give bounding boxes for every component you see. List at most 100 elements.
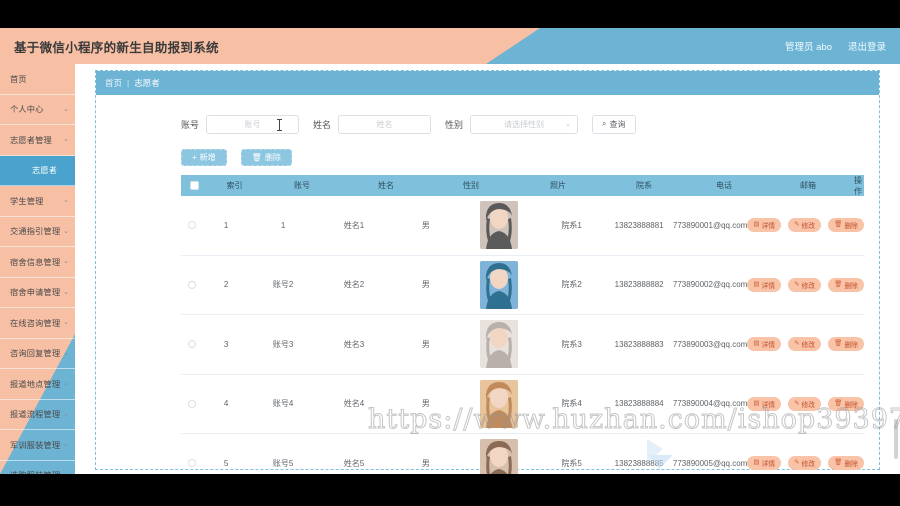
cell-name: 姓名4 (343, 399, 365, 409)
delete-icon: 🗑 (834, 221, 843, 228)
edit-icon: ✎ (794, 399, 800, 407)
batch-delete-label: 删除 (264, 153, 281, 162)
row-detail-label: 详情 (761, 461, 776, 469)
cell-email: 773890002@qq.com (672, 280, 748, 290)
sidebar-item-label: 个人中心 (10, 105, 44, 115)
cell-sex: 男 (421, 280, 430, 290)
row-select-cell (181, 459, 203, 468)
row-select-radio[interactable] (187, 399, 196, 408)
row-select-cell (181, 340, 203, 349)
row-select-radio[interactable] (187, 459, 196, 468)
logout-button[interactable]: 退出登录 (848, 39, 886, 53)
header-user-area: 管理员 abo 退出登录 (785, 39, 886, 53)
name-field-group: 姓名 姓名 (313, 114, 432, 134)
sex-field-group: 性别 请选择性别 ⌄ (445, 114, 579, 134)
row-delete-button[interactable]: 🗑 删除 (828, 218, 864, 233)
row-edit-button[interactable]: ✎ 修改 (788, 218, 822, 233)
select-all-checkbox[interactable] (189, 181, 199, 190)
app-header: 基于微信小程序的新生自助报到系统 管理员 abo 退出登录 (0, 28, 900, 64)
sidebar-item-10[interactable]: 报道地点管理 ⌄ (0, 369, 75, 400)
chevron-down-icon: ⌄ (63, 197, 69, 205)
sidebar-item-2[interactable]: 志愿者管理 ⌄ (0, 125, 75, 156)
search-account-input[interactable]: 账号 (206, 114, 300, 134)
table-header-5: 院系 (636, 181, 652, 190)
cell-index: 1 (223, 220, 229, 230)
row-select-radio[interactable] (187, 340, 196, 349)
cell-account: 账号3 (272, 339, 294, 349)
row-detail-button[interactable]: ▤ 详情 (747, 277, 782, 292)
sex-label: 性别 (445, 119, 464, 130)
search-sex-select[interactable]: 请选择性别 ⌄ (470, 114, 579, 134)
cell-photo (460, 320, 538, 369)
row-delete-button[interactable]: 🗑 删除 (828, 277, 864, 292)
sidebar-item-13[interactable]: 选购服装管理⌄ (0, 461, 75, 474)
sidebar-item-9[interactable]: 咨询回复管理 ⌄ (0, 339, 75, 369)
row-select-cell (181, 399, 203, 408)
row-edit-button[interactable]: ✎ 修改 (788, 456, 822, 471)
cell-dept: 院系1 (561, 220, 582, 230)
sidebar-item-3[interactable]: 志愿者 (0, 155, 75, 186)
add-button[interactable]: + 新增 (181, 149, 227, 166)
table-toolbar: + 新增 🗑 删除 (181, 149, 292, 166)
breadcrumb-home[interactable]: 首页 (105, 77, 122, 89)
detail-icon: ▤ (753, 340, 760, 347)
row-select-radio[interactable] (187, 280, 196, 289)
sidebar-item-0[interactable]: 首页 (0, 64, 75, 95)
row-detail-button[interactable]: ▤ 详情 (747, 396, 782, 411)
delete-icon: 🗑 (834, 280, 843, 288)
avatar[interactable] (480, 260, 519, 309)
avatar[interactable] (480, 320, 519, 369)
row-delete-button[interactable]: 🗑 删除 (828, 396, 864, 411)
sidebar-item-7[interactable]: 宿舍申请管理 ⌄ (0, 278, 75, 308)
row-select-cell (181, 221, 203, 230)
delete-icon: 🗑 (834, 399, 843, 407)
top-letterbox-bar (0, 0, 900, 28)
row-edit-button[interactable]: ✎ 修改 (788, 337, 822, 352)
table-header-6: 电话 (716, 181, 732, 190)
row-detail-button[interactable]: ▤ 详情 (747, 218, 782, 233)
sidebar-item-12[interactable]: 军训服装管理 ⌄ (0, 430, 75, 461)
sidebar-item-label: 交通指引管理 (10, 227, 61, 237)
avatar[interactable] (480, 379, 519, 428)
row-detail-button[interactable]: ▤ 详情 (747, 456, 782, 471)
cell-dept: 院系3 (561, 339, 582, 349)
admin-label: 管理员 abo (784, 42, 832, 53)
batch-delete-button[interactable]: 🗑 删除 (240, 149, 292, 166)
sidebar-item-label: 咨询回复管理 (10, 349, 61, 359)
row-delete-label: 删除 (844, 401, 858, 409)
cell-account: 账号4 (272, 399, 294, 409)
row-edit-button[interactable]: ✎ 修改 (788, 396, 822, 411)
sidebar-item-8[interactable]: 在线咨询管理 ⌄ (0, 308, 75, 339)
cell-index: 4 (223, 399, 229, 409)
cell-sex: 男 (421, 399, 430, 409)
sidebar-item-label: 报道地点管理 (10, 379, 61, 389)
avatar[interactable] (480, 439, 519, 474)
plus-icon: + (192, 152, 197, 162)
avatar[interactable] (480, 201, 519, 250)
sidebar-item-11[interactable]: 报道流程管理 ⌄ (0, 400, 75, 430)
vertical-scrollbar[interactable] (894, 419, 898, 459)
cell-photo (460, 201, 538, 250)
sidebar-item-5[interactable]: 交通指引管理 ⌄ (0, 217, 75, 247)
name-label: 姓名 (313, 119, 332, 130)
cell-name: 姓名5 (343, 458, 365, 468)
sidebar-item-1[interactable]: 个人中心 ⌄ (0, 95, 75, 125)
sidebar-item-6[interactable]: 宿舍信息管理 ⌄ (0, 247, 75, 278)
row-delete-button[interactable]: 🗑 删除 (828, 337, 864, 352)
cell-sex: 男 (421, 220, 430, 230)
row-delete-button[interactable]: 🗑 删除 (828, 456, 864, 471)
chevron-down-icon: ⌄ (63, 349, 69, 357)
row-select-radio[interactable] (187, 221, 196, 230)
search-button[interactable]: ⌕ 查询 (592, 114, 636, 134)
cell-tel: 13823888881 (614, 220, 664, 230)
cell-operations: ▤ 详情 ✎ 修改 🗑 删除 (747, 396, 864, 411)
search-name-input[interactable]: 姓名 (338, 114, 432, 134)
edit-icon: ✎ (794, 280, 800, 288)
cell-account: 1 (280, 220, 286, 230)
row-detail-button[interactable]: ▤ 详情 (747, 337, 782, 352)
cell-dept: 院系4 (561, 399, 582, 409)
sidebar-item-4[interactable]: 学生管理 ⌄ (0, 186, 75, 217)
row-detail-label: 详情 (761, 223, 776, 231)
row-edit-button[interactable]: ✎ 修改 (788, 277, 822, 292)
chevron-down-icon: ⌄ (63, 288, 69, 296)
